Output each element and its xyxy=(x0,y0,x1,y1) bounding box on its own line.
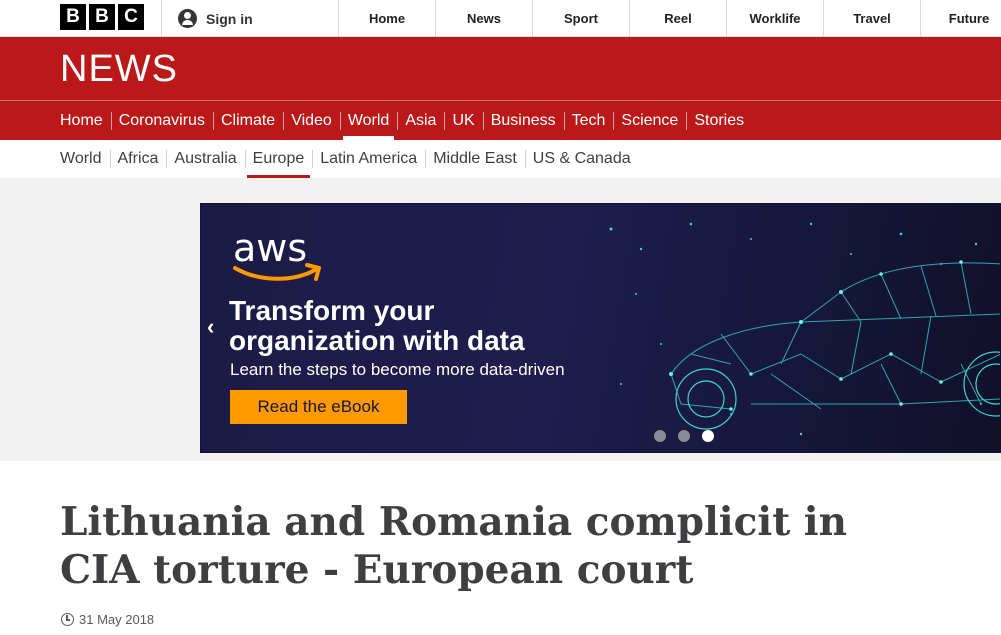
car-wireframe-illustration xyxy=(609,222,1000,436)
main-nav-business[interactable]: Business xyxy=(482,101,564,140)
bbc-logo-letter: B xyxy=(89,4,115,30)
news-header: NEWS Home Coronavirus Climate Video Worl… xyxy=(0,37,1001,140)
aws-smile-logo-icon xyxy=(233,263,321,281)
read-ebook-button[interactable]: Read the eBook xyxy=(230,390,407,424)
ad-headline-line: organization with data xyxy=(229,325,525,356)
divider xyxy=(161,0,162,37)
sub-nav-africa[interactable]: Africa xyxy=(109,140,167,178)
ad-banner[interactable]: ‹ aws Transform your organization with d… xyxy=(200,203,1001,453)
carousel-dot-active[interactable] xyxy=(702,430,714,442)
main-nav-tech[interactable]: Tech xyxy=(563,101,614,140)
sub-nav-europe[interactable]: Europe xyxy=(244,140,313,178)
ad-subtext: Learn the steps to become more data-driv… xyxy=(230,360,565,379)
ad-headline: Transform your organization with data xyxy=(229,296,649,356)
sign-in-link[interactable]: Sign in xyxy=(178,0,253,37)
sub-nav-australia[interactable]: Australia xyxy=(166,140,244,178)
sub-nav-middle-east[interactable]: Middle East xyxy=(425,140,525,178)
main-nav-world[interactable]: World xyxy=(339,101,398,140)
news-wordmark[interactable]: NEWS xyxy=(60,48,178,91)
carousel-indicators xyxy=(654,430,714,442)
main-nav-asia[interactable]: Asia xyxy=(397,101,444,140)
article-title-line: CIA torture - European court xyxy=(60,547,694,593)
global-header: B B C Sign in Home News Sport Reel Workl… xyxy=(0,0,1001,37)
carousel-prev-chevron-icon[interactable]: ‹ xyxy=(207,314,214,340)
article-title-line: Lithuania and Romania complicit in xyxy=(60,499,847,545)
carousel-dot[interactable] xyxy=(654,430,666,442)
main-nav-home[interactable]: Home xyxy=(52,101,111,140)
sub-nav-latin-america[interactable]: Latin America xyxy=(312,140,425,178)
main-nav-science[interactable]: Science xyxy=(613,101,686,140)
top-nav: Home News Sport Reel Worklife Travel Fut… xyxy=(338,0,1001,37)
main-nav-uk[interactable]: UK xyxy=(444,101,482,140)
sub-nav-us-canada[interactable]: US & Canada xyxy=(524,140,639,178)
top-nav-news[interactable]: News xyxy=(435,0,532,37)
top-nav-reel[interactable]: Reel xyxy=(629,0,726,37)
main-nav-video[interactable]: Video xyxy=(283,101,340,140)
top-nav-sport[interactable]: Sport xyxy=(532,0,629,37)
ad-headline-line: Transform your xyxy=(229,295,435,326)
sign-in-label: Sign in xyxy=(206,10,253,27)
top-nav-worklife[interactable]: Worklife xyxy=(726,0,823,37)
sub-nav-world[interactable]: World xyxy=(52,140,110,178)
main-nav-stories[interactable]: Stories xyxy=(686,101,752,140)
sub-nav: World Africa Australia Europe Latin Amer… xyxy=(52,140,639,178)
main-nav: Home Coronavirus Climate Video World Asi… xyxy=(52,101,752,140)
bbc-logo-letter: C xyxy=(118,4,144,30)
bbc-logo-letter: B xyxy=(60,4,86,30)
top-nav-travel[interactable]: Travel xyxy=(823,0,920,37)
article-title: Lithuania and Romania complicit in CIA t… xyxy=(60,498,920,594)
article-date: 31 May 2018 xyxy=(61,612,154,627)
clock-icon xyxy=(61,613,74,626)
article-date-text: 31 May 2018 xyxy=(79,612,155,627)
top-nav-home[interactable]: Home xyxy=(338,0,435,37)
carousel-dot[interactable] xyxy=(678,430,690,442)
main-nav-climate[interactable]: Climate xyxy=(212,101,283,140)
bbc-logo[interactable]: B B C xyxy=(60,4,144,30)
main-nav-coronavirus[interactable]: Coronavirus xyxy=(110,101,213,140)
ad-container: ‹ aws Transform your organization with d… xyxy=(0,178,1001,461)
top-nav-future[interactable]: Future xyxy=(920,0,1001,37)
user-icon xyxy=(178,9,197,28)
